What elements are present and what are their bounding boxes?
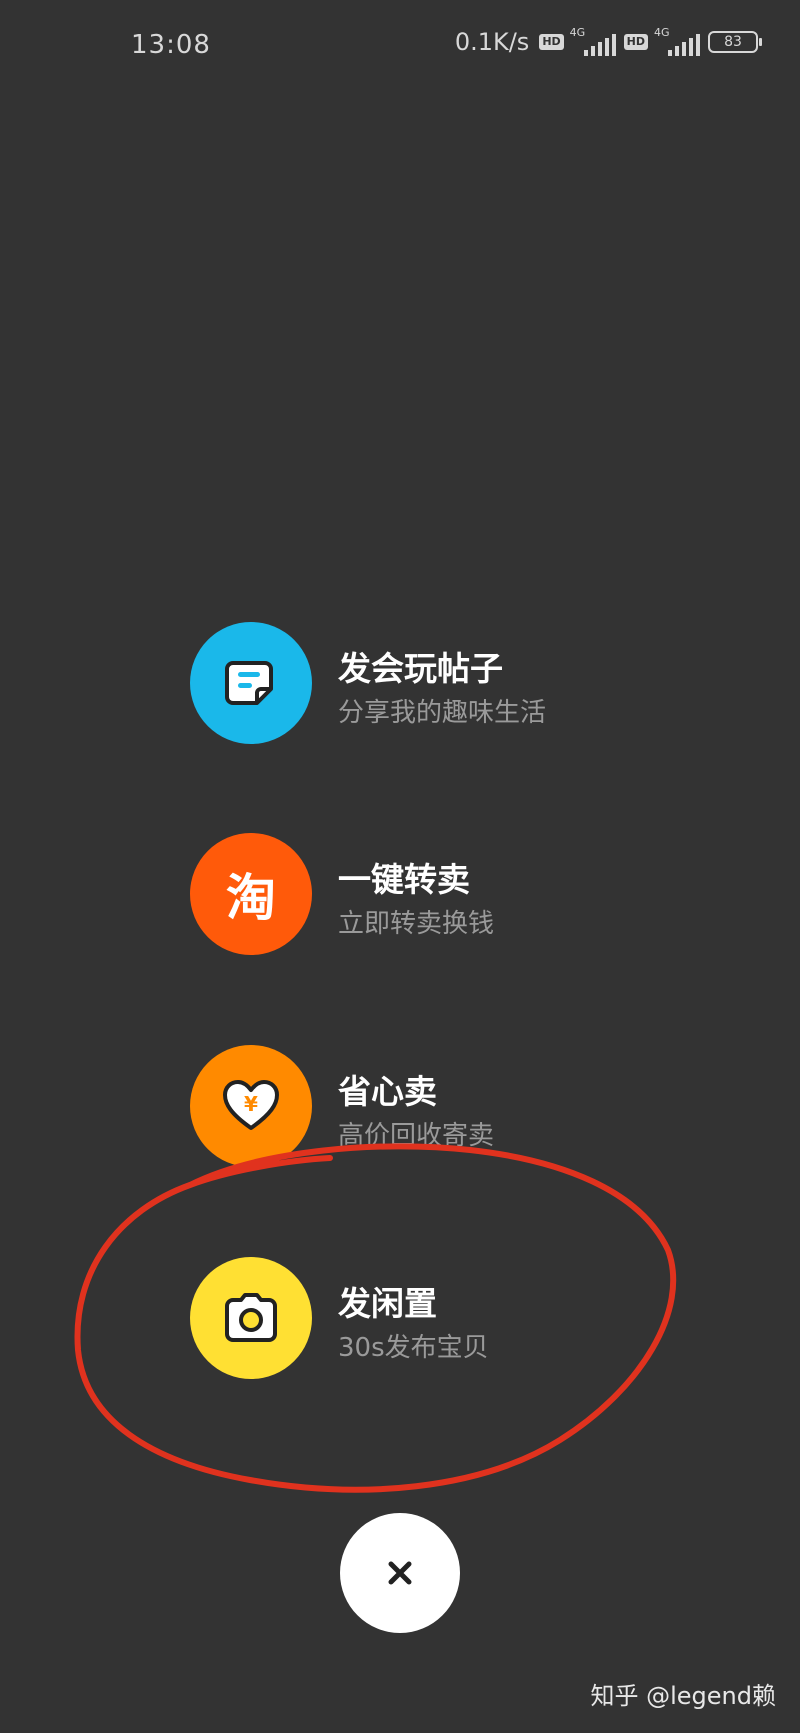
menu-item-post[interactable]: 发会玩帖子 分享我的趣味生活	[190, 622, 710, 744]
status-bar: 13:08 0.1K/s HD 4G HD 4G 83	[0, 0, 800, 90]
taobao-glyph: 淘	[226, 869, 276, 927]
menu-item-title: 省心卖	[338, 1072, 437, 1111]
menu-item-subtitle: 高价回收寄卖	[338, 1121, 495, 1151]
menu-item-resell[interactable]: 淘 一键转卖 立即转卖换钱	[190, 833, 710, 955]
taobao-icon: 淘	[190, 833, 312, 955]
signal-icon: 4G	[570, 26, 618, 56]
network-speed: 0.1K/s	[454, 28, 530, 56]
menu-item-subtitle: 立即转卖换钱	[338, 909, 495, 939]
note-icon	[190, 622, 312, 744]
menu-item-subtitle: 分享我的趣味生活	[338, 698, 547, 728]
menu-item-title: 发会玩帖子	[338, 649, 503, 688]
menu-item-title: 发闲置	[338, 1284, 437, 1323]
camera-icon	[190, 1257, 312, 1379]
watermark: 知乎 @legend赖	[590, 1682, 776, 1710]
battery-icon: 83	[708, 31, 762, 53]
heart-yen-icon: ¥	[190, 1045, 312, 1167]
yen-glyph: ¥	[244, 1092, 258, 1116]
menu-item-post-idle[interactable]: 发闲置 30s发布宝贝	[190, 1257, 710, 1379]
status-time: 13:08	[131, 30, 211, 60]
hd-badge-2: HD	[623, 34, 648, 50]
menu-item-subtitle: 30s发布宝贝	[338, 1333, 489, 1363]
close-button[interactable]	[340, 1513, 460, 1633]
status-indicators: 0.1K/s HD 4G HD 4G 83	[454, 26, 762, 56]
close-icon	[388, 1561, 412, 1585]
menu-item-title: 一键转卖	[338, 860, 470, 899]
hd-badge: HD	[539, 34, 564, 50]
battery-level: 83	[724, 34, 742, 50]
menu-item-easy-sell[interactable]: ¥ 省心卖 高价回收寄卖	[190, 1045, 710, 1167]
signal-icon-2: 4G	[654, 26, 702, 56]
